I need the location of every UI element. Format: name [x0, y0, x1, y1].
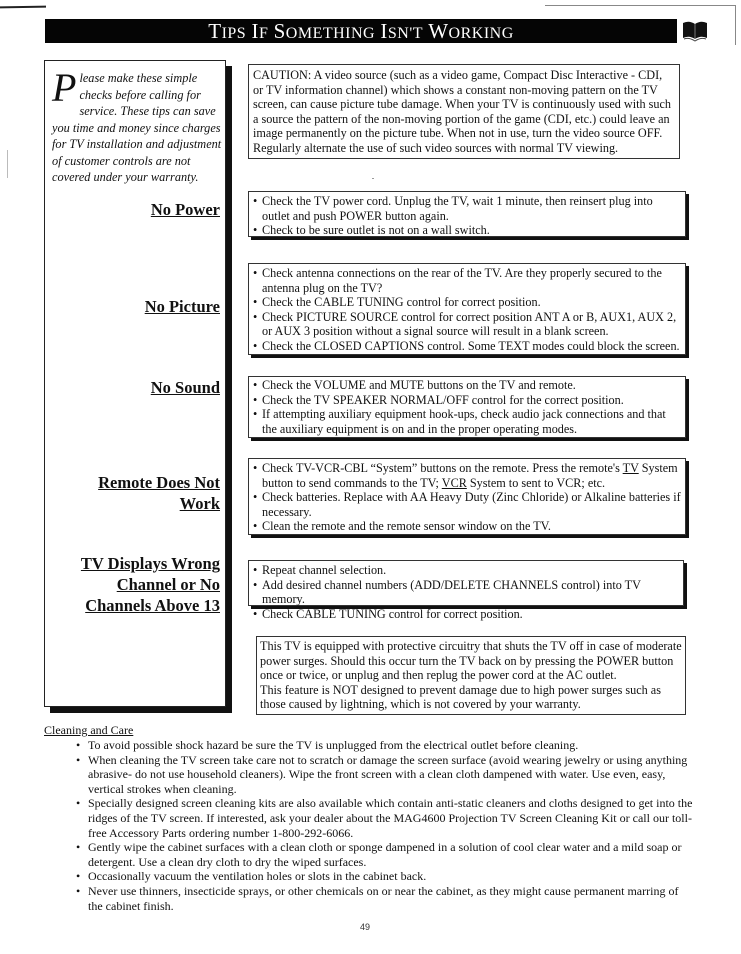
intro-text: lease make these simple checks before ca…: [52, 71, 222, 184]
no-power-tips-box: Check the TV power cord. Unplug the TV, …: [248, 191, 686, 237]
list-item: When cleaning the TV screen take care no…: [76, 753, 696, 797]
heading-no-sound: No Sound: [150, 378, 220, 397]
surge-text-1: This TV is equipped with protective circ…: [260, 639, 682, 683]
power-surge-note-box: This TV is equipped with protective circ…: [256, 636, 686, 715]
list-item: Check CABLE TUNING control for correct p…: [251, 607, 681, 622]
title-word: IF: [251, 19, 269, 43]
list-item: Check PICTURE SOURCE control for correct…: [251, 310, 683, 339]
scan-rule-top-right: [545, 5, 735, 6]
intro-note: Please make these simple checks before c…: [52, 65, 224, 186]
wrong-channel-tips-box: Repeat channel selection. Add desired ch…: [248, 560, 684, 621]
scan-rule-top-left: [0, 5, 46, 9]
surge-text-2: This feature is NOT designed to prevent …: [260, 682, 661, 712]
cleaning-list: To avoid possible shock hazard be sure t…: [76, 738, 696, 913]
list-item: Check the CLOSED CAPTIONS control. Some …: [251, 339, 683, 354]
heading-no-picture: No Picture: [144, 297, 220, 316]
no-picture-tips-box: Check antenna connections on the rear of…: [248, 263, 686, 355]
tv-system-label: TV: [622, 461, 639, 475]
vcr-system-label: VCR: [441, 475, 467, 490]
title-word: WORKING: [428, 19, 514, 43]
list-item: Check TV-VCR-CBL “System” buttons on the…: [251, 461, 683, 490]
list-item: Check antenna connections on the rear of…: [251, 266, 683, 295]
scan-dot: [372, 178, 374, 179]
title-word: ISN'T: [380, 19, 423, 43]
list-item: Check the VOLUME and MUTE buttons on the…: [251, 378, 683, 393]
list-item: Specially designed screen cleaning kits …: [76, 796, 696, 840]
list-item: Clean the remote and the remote sensor w…: [251, 519, 683, 534]
list-item: Add desired channel numbers (ADD/DELETE …: [251, 578, 681, 607]
list-item: Check the TV power cord. Unplug the TV, …: [251, 194, 683, 223]
caution-text: CAUTION: A video source (such as a video…: [253, 68, 671, 155]
list-item: Repeat channel selection.: [251, 563, 681, 578]
list-item: Never use thinners, insecticide sprays, …: [76, 884, 696, 913]
drop-cap: P: [52, 65, 77, 110]
list-item: Check to be sure outlet is not on a wall…: [251, 223, 683, 238]
list-item: Check batteries. Replace with AA Heavy D…: [251, 490, 683, 519]
heading-remote-does-not-work: Remote Does Not Work: [98, 473, 220, 513]
page-number: 49: [360, 922, 371, 932]
list-item: If attempting auxiliary equipment hook-u…: [251, 407, 683, 436]
no-sound-tips-box: Check the VOLUME and MUTE buttons on the…: [248, 376, 686, 438]
title-word: TIPS: [208, 19, 247, 43]
scan-rule-right: [735, 5, 736, 45]
cleaning-section-title: Cleaning and Care: [44, 723, 134, 737]
heading-tv-displays-wrong-channel: TV Displays Wrong Channel or No Channels…: [80, 554, 220, 615]
list-item: To avoid possible shock hazard be sure t…: [76, 738, 696, 753]
list-item: Check the TV SPEAKER NORMAL/OFF control …: [251, 393, 683, 408]
list-item: Check the CABLE TUNING control for corre…: [251, 295, 683, 310]
list-item: Occasionally vacuum the ventilation hole…: [76, 869, 696, 884]
heading-no-power: No Power: [150, 200, 220, 219]
remote-tips-box: Check TV-VCR-CBL “System” buttons on the…: [248, 458, 686, 535]
caution-box: CAUTION: A video source (such as a video…: [248, 64, 680, 159]
scan-margin-mark: [7, 150, 8, 178]
title-word: SOMETHING: [273, 19, 376, 43]
page-title: TIPS IF SOMETHING ISN'T WORKING: [45, 19, 677, 43]
open-book-icon: [682, 20, 708, 42]
list-item: Gently wipe the cabinet surfaces with a …: [76, 840, 696, 869]
